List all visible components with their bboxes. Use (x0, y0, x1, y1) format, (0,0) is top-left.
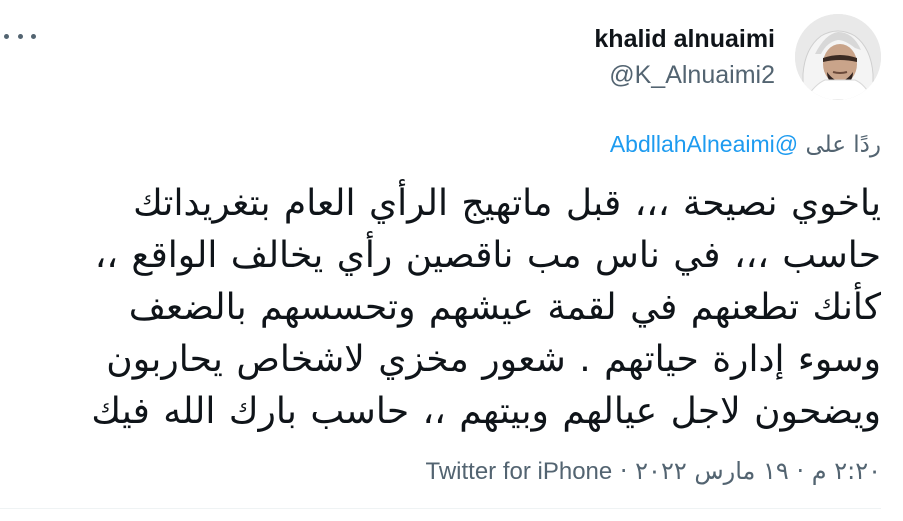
avatar[interactable] (795, 14, 881, 100)
tweet-text-line: ياخوي نصيحة ،،، قبل ماتهيج الرأي العام ب… (133, 183, 881, 224)
tweet-text-line: وسوء إدارة حياتهم . شعور مخزي لاشخاص يحا… (106, 339, 881, 380)
more-dot (17, 33, 23, 39)
meta-separator: · (796, 457, 805, 485)
divider (0, 508, 881, 509)
tweet-source[interactable]: Twitter for iPhone (425, 458, 612, 485)
tweet-text: ياخوي نصيحة ،،، قبل ماتهيج الرأي العام ب… (41, 178, 881, 438)
more-options-icon[interactable] (4, 26, 36, 46)
more-dot (31, 33, 36, 39)
tweet-meta: ٢:٢٠ م · ١٩ مارس ٢٠٢٢ · Twitter for iPho… (425, 455, 881, 488)
tweet-date[interactable]: ١٩ مارس ٢٠٢٢ (635, 457, 789, 485)
tweet-text-line: كأنك تطعنهم في لقمة عيشهم وتحسسهم بالضعف (128, 287, 881, 328)
more-dot (4, 33, 9, 39)
avatar-image (795, 14, 881, 100)
tweet: khalid alnuaimi @K_Alnuaimi2 ردًا على @A… (0, 0, 903, 521)
tweet-text-line: حاسب ،،، في ناس مب ناقصين رأي يخالف الوا… (94, 235, 881, 276)
replying-to-mention[interactable]: @AbdllahAlneaimi (610, 131, 798, 157)
user-handle[interactable]: @K_Alnuaimi2 (594, 59, 775, 91)
tweet-header: khalid alnuaimi @K_Alnuaimi2 (594, 14, 881, 100)
meta-separator: · (619, 457, 628, 485)
replying-to-label: ردًا على (805, 132, 881, 158)
display-name[interactable]: khalid alnuaimi (594, 23, 775, 55)
tweet-time[interactable]: ٢:٢٠ م (812, 457, 881, 485)
tweet-text-line: ويضحون لاجل عيالهم وبيتهم ،، حاسب بارك ا… (91, 391, 881, 432)
user-names: khalid alnuaimi @K_Alnuaimi2 (594, 23, 775, 91)
replying-to: ردًا على @AbdllahAlneaimi (610, 128, 881, 161)
